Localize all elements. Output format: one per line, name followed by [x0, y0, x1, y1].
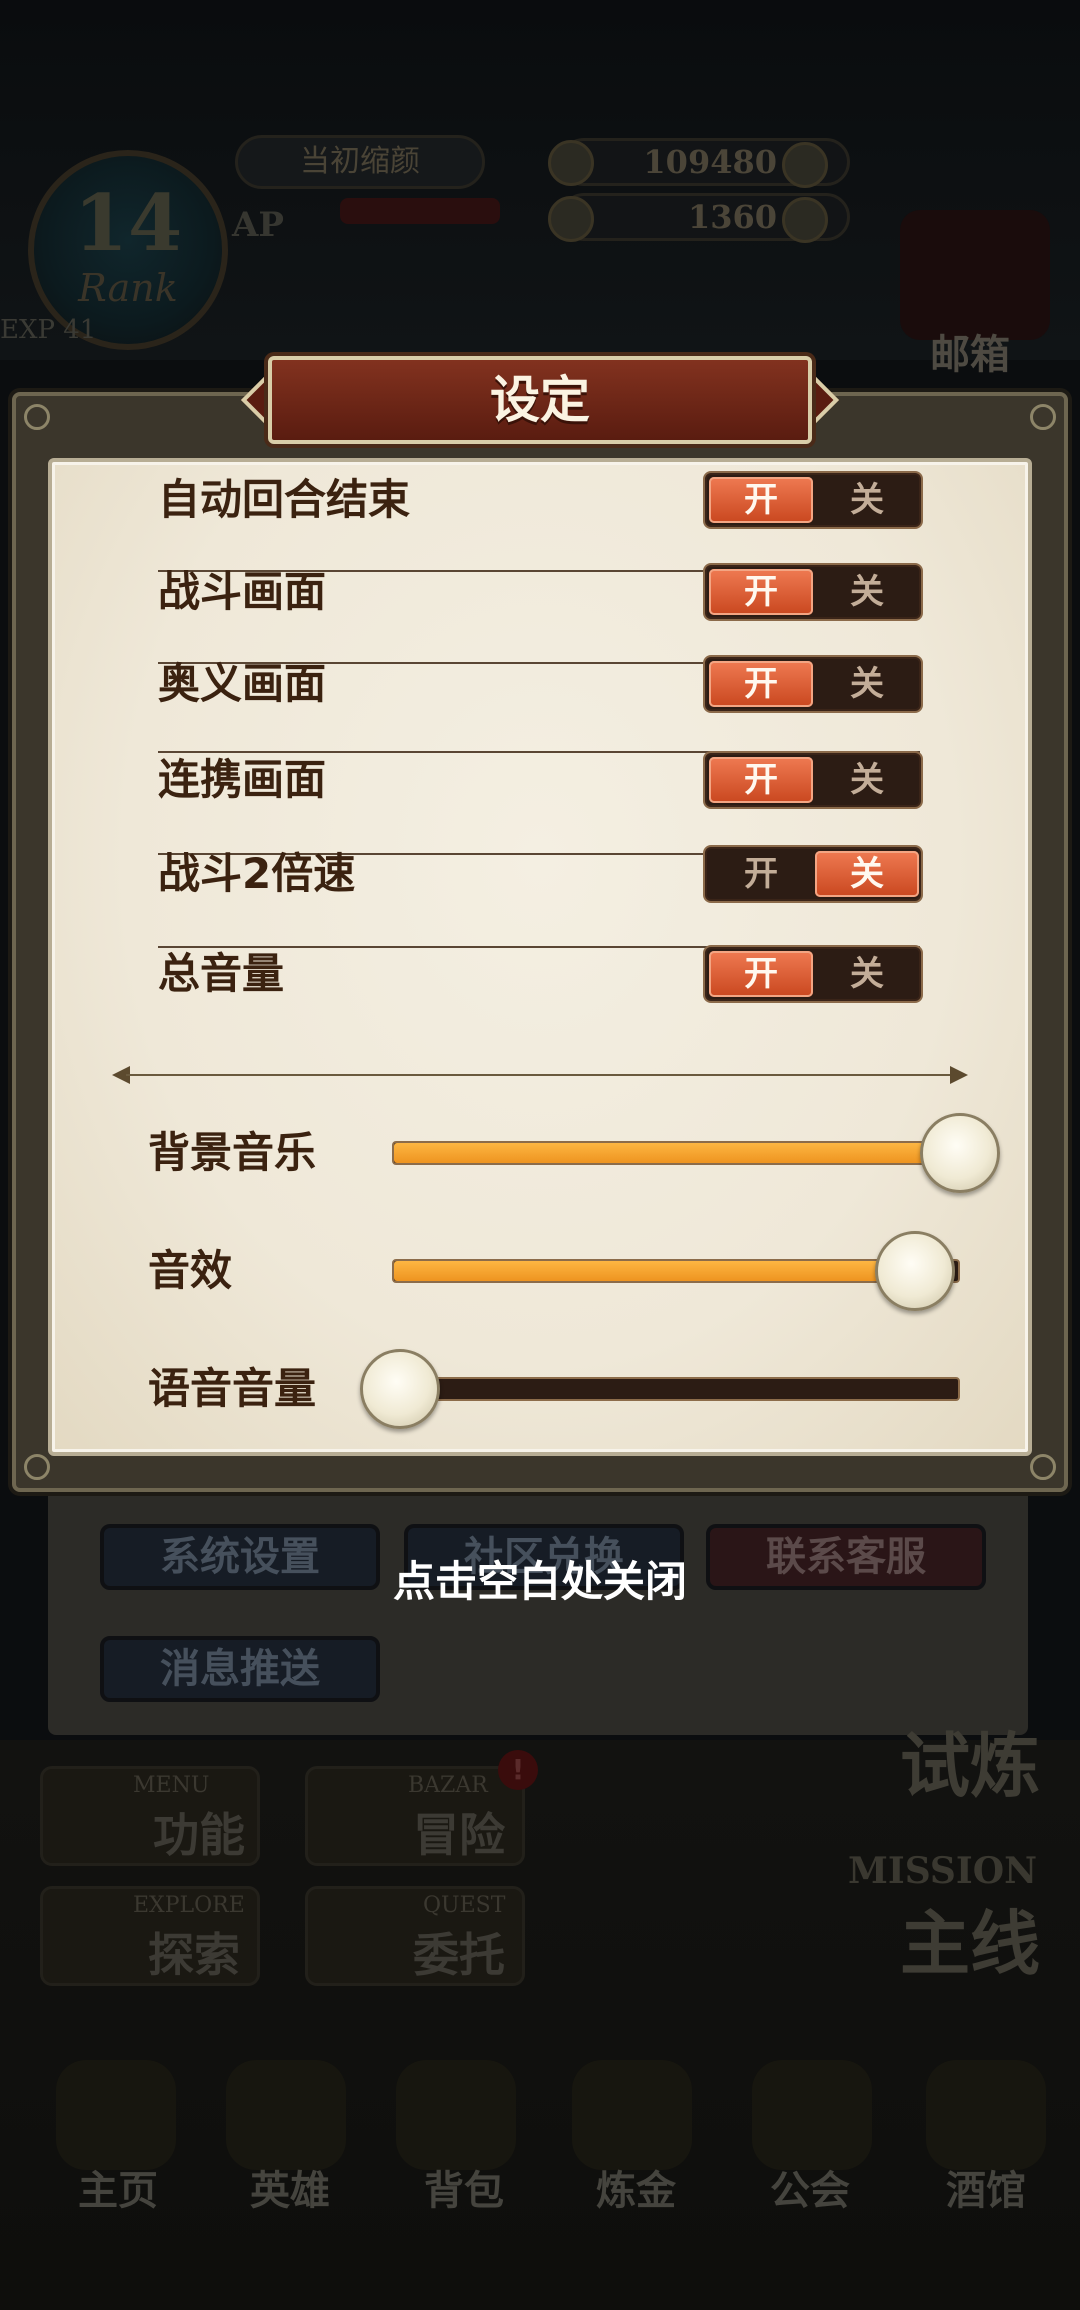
push-notifications-button[interactable]: 消息推送: [100, 1636, 380, 1702]
toggle-on-option[interactable]: 开: [709, 477, 813, 523]
slider-track[interactable]: [392, 1377, 960, 1401]
toggle-switch[interactable]: 开关: [705, 847, 921, 901]
toggle-switch[interactable]: 开关: [705, 657, 921, 711]
corner-ornament-icon: [1030, 1454, 1056, 1480]
guild-icon[interactable]: [752, 2060, 872, 2170]
dialog-title-plate: 设定: [268, 356, 812, 444]
toggle-off-option[interactable]: 关: [815, 757, 919, 803]
menu-commission-cn: 委托: [413, 1928, 505, 1982]
slider-knob[interactable]: [920, 1113, 1000, 1193]
home-icon[interactable]: [56, 2060, 176, 2170]
menu-commission-tile[interactable]: QUEST 委托: [305, 1886, 525, 1986]
toggle-on-option[interactable]: 开: [709, 851, 813, 897]
toggle-on-option[interactable]: 开: [709, 757, 813, 803]
slider-knob[interactable]: [875, 1231, 955, 1311]
gem-value: 1360: [687, 198, 777, 236]
slider-track[interactable]: [392, 1141, 960, 1165]
add-gem-icon[interactable]: [782, 197, 828, 243]
menu-adventure-tile[interactable]: BAZAR 冒险: [305, 1766, 525, 1866]
rank-number: 14: [73, 178, 183, 269]
toggle-off-option[interactable]: 关: [815, 851, 919, 897]
training-label[interactable]: 试炼: [900, 1710, 1040, 1811]
toggle-on-option[interactable]: 开: [709, 661, 813, 707]
corner-ornament-icon: [24, 1454, 50, 1480]
nav-home[interactable]: 主页: [48, 2158, 188, 2216]
ap-label: AP: [232, 205, 284, 245]
corner-ornament-icon: [1030, 404, 1056, 430]
toggle-row-label: 战斗2倍速: [158, 849, 356, 898]
alert-badge-icon: !: [498, 1750, 538, 1790]
ap-bar: [340, 198, 500, 224]
toggle-row-label: 自动回合结束: [158, 475, 411, 524]
tavern-icon[interactable]: [926, 2060, 1046, 2170]
nav-bag[interactable]: 背包: [394, 2158, 534, 2216]
toggle-row-label: 总音量: [158, 949, 285, 998]
nav-hero[interactable]: 英雄: [220, 2158, 360, 2216]
mission-cn[interactable]: 主线: [900, 1888, 1040, 1989]
menu-function-en: MENU: [133, 1773, 210, 1798]
menu-function-cn: 功能: [153, 1808, 245, 1862]
bag-icon[interactable]: [396, 2060, 516, 2170]
toggle-off-option[interactable]: 关: [815, 569, 919, 615]
menu-adventure-cn: 冒险: [413, 1808, 505, 1862]
exp-label: EXP 41: [0, 315, 97, 345]
divider-arrow-right-icon: [950, 1066, 968, 1084]
toggle-on-option[interactable]: 开: [709, 951, 813, 997]
menu-function-tile[interactable]: MENU 功能: [40, 1766, 260, 1866]
nav-guild[interactable]: 公会: [740, 2158, 880, 2216]
toggle-switch[interactable]: 开关: [705, 947, 921, 1001]
player-name: 当初缩颜: [235, 135, 485, 189]
divider-line: [126, 1074, 954, 1076]
toggle-row-label: 连携画面: [158, 755, 327, 804]
dialog-title: 设定: [490, 371, 590, 429]
coin-icon: [548, 140, 594, 186]
menu-adventure-en: BAZAR: [408, 1773, 488, 1798]
gem-icon: [548, 196, 594, 242]
menu-explore-cn: 探索: [148, 1928, 240, 1982]
menu-explore-tile[interactable]: EXPLORE 探索: [40, 1886, 260, 1986]
mission-en: MISSION: [848, 1850, 1037, 1892]
nav-tavern[interactable]: 酒馆: [916, 2158, 1056, 2216]
rank-label: Rank: [78, 266, 178, 310]
toggle-switch[interactable]: 开关: [705, 753, 921, 807]
mailbox-icon[interactable]: [900, 210, 1050, 340]
tap-blank-to-close-hint[interactable]: 点击空白处关闭: [0, 1548, 1080, 1609]
toggle-switch[interactable]: 开关: [705, 473, 921, 527]
slider-knob[interactable]: [360, 1349, 440, 1429]
toggle-off-option[interactable]: 关: [815, 477, 919, 523]
slider-label: 语音音量: [148, 1364, 317, 1413]
gold-value: 109480: [643, 143, 777, 181]
add-gold-icon[interactable]: [782, 142, 828, 188]
corner-ornament-icon: [24, 404, 50, 430]
slider-fill: [394, 1143, 958, 1163]
nav-alchemy[interactable]: 炼金: [566, 2158, 706, 2216]
alchemy-icon[interactable]: [572, 2060, 692, 2170]
toggle-off-option[interactable]: 关: [815, 661, 919, 707]
toggle-on-option[interactable]: 开: [709, 569, 813, 615]
section-divider: [112, 1066, 968, 1084]
slider-label: 音效: [148, 1246, 233, 1295]
slider-fill: [394, 1261, 913, 1281]
toggle-switch[interactable]: 开关: [705, 565, 921, 619]
toggle-row-label: 奥义画面: [158, 659, 327, 708]
menu-commission-en: QUEST: [423, 1893, 506, 1918]
menu-explore-en: EXPLORE: [133, 1893, 245, 1918]
slider-label: 背景音乐: [148, 1128, 317, 1177]
toggle-row-label: 战斗画面: [158, 567, 327, 616]
hero-icon[interactable]: [226, 2060, 346, 2170]
mailbox-label: 邮箱: [930, 332, 1010, 378]
toggle-off-option[interactable]: 关: [815, 951, 919, 997]
